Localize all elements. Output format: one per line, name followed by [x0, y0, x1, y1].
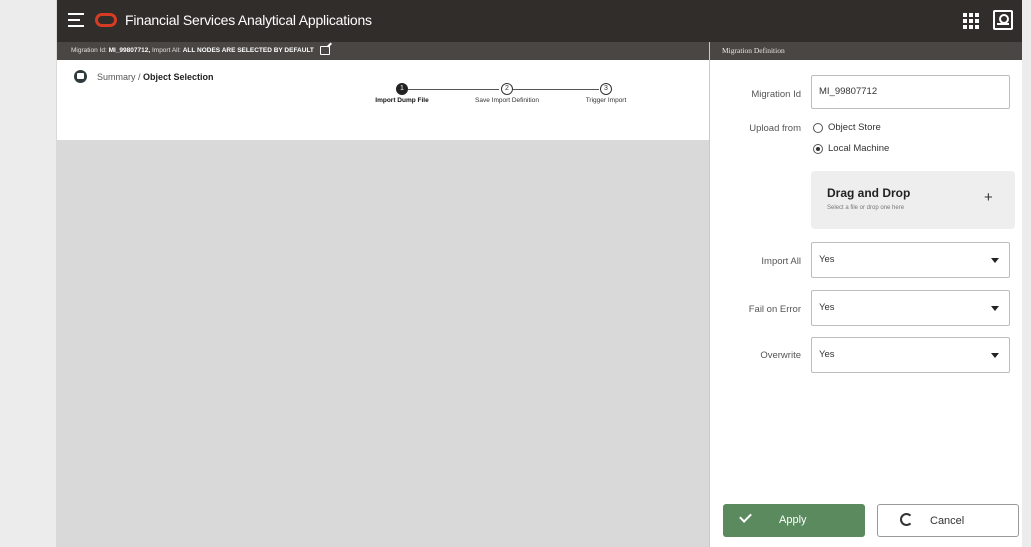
step-1-indicator[interactable]: 1 — [396, 83, 408, 95]
breadcrumb-separator: / — [135, 72, 144, 82]
drawer-title: Migration Definition — [710, 42, 1022, 60]
plus-icon[interactable]: + — [984, 189, 993, 206]
cancel-label: Cancel — [930, 515, 965, 527]
checkmark-icon — [739, 510, 752, 523]
apply-label: Apply — [779, 514, 807, 526]
overwrite-value: Yes — [819, 349, 835, 360]
import-all-note: ALL NODES ARE SELECTED BY DEFAULT — [182, 47, 314, 54]
migration-definition-drawer: Migration Definition Migration Id MI_998… — [709, 42, 1022, 547]
hamburger-menu-icon[interactable] — [68, 13, 84, 27]
radio-circle-checked[interactable] — [813, 143, 823, 154]
fail-on-error-label: Fail on Error — [748, 304, 801, 315]
breadcrumb: Summary / Object Selection — [97, 72, 214, 82]
app-header: Financial Services Analytical Applicatio… — [57, 0, 1022, 42]
fail-on-error-select[interactable]: Yes — [811, 290, 1010, 326]
migration-id-value: MI_99807712, — [108, 47, 151, 54]
page-header: Summary / Object Selection 1 2 3 Import … — [57, 60, 709, 140]
migration-info-bar: Migration Id: MI_99807712, Import All: A… — [57, 42, 709, 60]
right-gutter — [1022, 0, 1031, 547]
radio-local-machine[interactable]: Local Machine — [813, 143, 889, 154]
migration-id-prefix: Migration Id: — [71, 47, 107, 54]
apply-button[interactable]: Apply — [723, 504, 865, 537]
cancel-button[interactable]: Cancel — [877, 504, 1019, 537]
dropzone-subtitle: Select a file or drop one here — [827, 205, 905, 211]
left-gutter — [0, 0, 57, 547]
chevron-down-icon — [991, 258, 999, 263]
breadcrumb-summary[interactable]: Summary — [97, 72, 136, 82]
oracle-logo-icon — [95, 13, 117, 27]
step-1-label: Import Dump File — [375, 97, 429, 104]
dropzone-title: Drag and Drop — [827, 186, 911, 200]
home-icon[interactable] — [74, 70, 87, 83]
step-2-indicator[interactable]: 2 — [501, 83, 513, 95]
main-content-area — [57, 140, 709, 547]
user-profile-icon[interactable] — [993, 10, 1013, 30]
chevron-down-icon — [991, 353, 999, 358]
radio-object-store-label: Object Store — [828, 122, 881, 133]
import-all-prefix: Import All: — [151, 47, 181, 54]
step-3-label: Trigger Import — [585, 97, 627, 104]
file-dropzone[interactable]: Drag and Drop Select a file or drop one … — [811, 171, 1015, 229]
import-all-label: Import All — [761, 256, 801, 267]
fail-on-error-value: Yes — [819, 302, 835, 313]
overwrite-select[interactable]: Yes — [811, 337, 1010, 373]
migration-id-label: Migration Id — [751, 89, 801, 100]
apps-grid-icon[interactable] — [963, 13, 979, 29]
chevron-down-icon — [991, 306, 999, 311]
app-title: Financial Services Analytical Applicatio… — [125, 12, 372, 28]
refresh-icon — [900, 513, 913, 526]
radio-circle[interactable] — [813, 122, 823, 133]
edit-icon[interactable] — [319, 45, 330, 55]
step-2-label: Save Import Definition — [475, 97, 539, 104]
overwrite-label: Overwrite — [760, 350, 801, 361]
train-connector — [408, 89, 499, 90]
radio-object-store[interactable]: Object Store — [813, 122, 881, 133]
import-all-value: Yes — [819, 254, 835, 265]
import-all-select[interactable]: Yes — [811, 242, 1010, 278]
radio-local-machine-label: Local Machine — [828, 143, 890, 154]
migration-id-field[interactable]: MI_99807712 — [811, 75, 1010, 109]
upload-from-label: Upload from — [749, 123, 801, 134]
breadcrumb-current: Object Selection — [143, 72, 214, 82]
train-connector — [513, 89, 599, 90]
step-3-indicator[interactable]: 3 — [600, 83, 612, 95]
